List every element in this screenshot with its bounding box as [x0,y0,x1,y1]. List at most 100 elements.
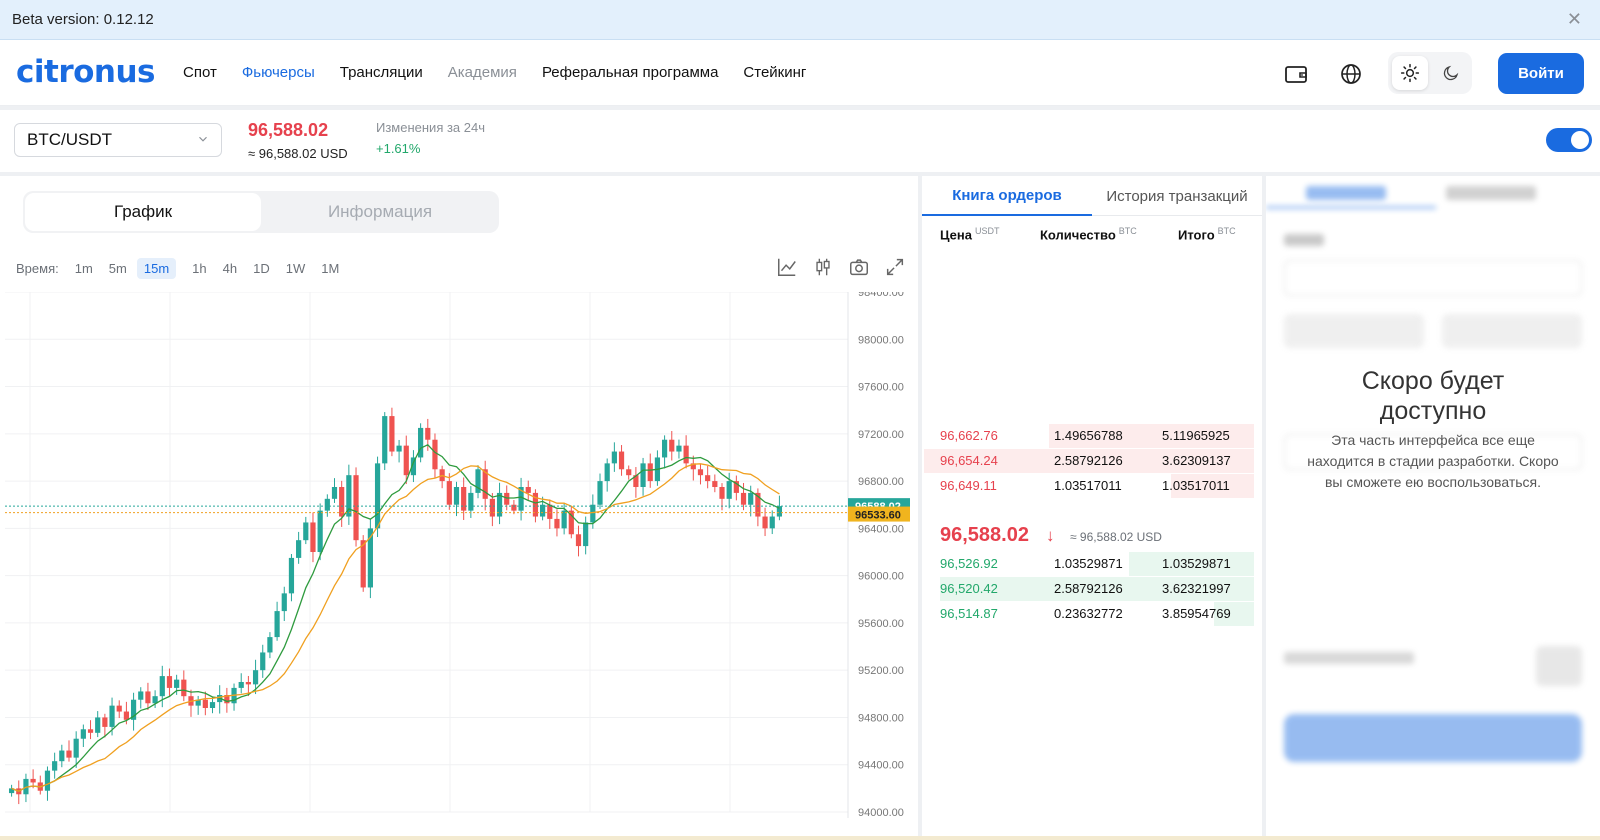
candle-body [461,487,467,511]
timeframe-1d[interactable]: 1D [253,261,270,276]
bid-row[interactable]: 96,526.92 1.03529871 1.03529871 [922,552,1262,576]
order-price: 96,654.24 [940,453,998,468]
candle-body [712,481,718,487]
bid-row[interactable]: 96,514.87 0.23632772 3.85954769 [922,602,1262,626]
candle-body [446,481,452,505]
pair-select[interactable]: BTC/USDT [14,123,222,157]
ask-row[interactable]: 96,649.11 1.03517011 1.03517011 [922,474,1262,498]
candle-body [59,750,65,762]
timeframe-5m[interactable]: 5m [109,261,127,276]
tab-info[interactable]: Информация [263,193,497,231]
candle-body [238,682,244,688]
y-tick-label: 97600.00 [858,382,904,394]
tab-orderbook[interactable]: Книга ордеров [922,176,1092,216]
y-tick-label: 95600.00 [858,618,904,630]
y-tick-label: 94400.00 [858,760,904,772]
order-price: 96,514.87 [940,606,998,621]
candle-body [647,463,653,482]
timeframe-1w[interactable]: 1W [286,261,306,276]
candle-body [267,637,273,653]
candle-body [310,522,316,552]
candle-body [274,611,280,638]
login-button[interactable]: Войти [1498,53,1584,94]
last-price: 96,588.02 [248,120,329,140]
timeframe-4h[interactable]: 4h [223,261,237,276]
candlestick-chart[interactable]: 98400.00 98000.00 97600.00 97200.00 96800.00… [0,292,918,836]
timeframe-1h[interactable]: 1h [192,261,206,276]
chart-panel: График Информация Время: 1m 5m 15m 1h 4h… [0,176,918,836]
moon-icon[interactable] [1434,56,1468,90]
candle-type-icon[interactable] [812,256,834,278]
order-total: 1.03517011 [1162,478,1230,493]
candle-body [44,770,51,791]
tab-chart[interactable]: График [25,193,261,231]
candle-body [726,481,732,499]
candle-body [748,492,754,505]
timeframe-bar: Время: 1m 5m 15m 1h 4h 1D 1W 1M [16,258,355,279]
candle-body [138,691,144,700]
timeframe-15m[interactable]: 15m [136,258,177,279]
ask-row[interactable]: 96,662.76 1.49656788 5.11965925 [922,424,1262,448]
candle-body [719,487,725,499]
close-icon[interactable]: ✕ [1567,9,1582,30]
mid-price-usd: ≈ 96,588.02 USD [1070,530,1162,544]
candle-body [575,534,582,547]
nav-referral[interactable]: Реферальная программа [542,64,718,81]
candle-body [453,487,460,505]
blurred-trade-form [1266,176,1600,836]
order-quantity: 0.23632772 [1054,606,1123,621]
candle-body [669,439,675,452]
timeframe-1m[interactable]: 1m [75,261,93,276]
mid-price: 96,588.02 [940,524,1029,546]
order-quantity: 1.03529871 [1054,556,1123,571]
nav-academy[interactable]: Академия [448,64,517,81]
candle-body [676,445,682,452]
logo[interactable]: citronus [16,54,156,90]
change-label: Изменения за 24ч [376,120,486,135]
order-total: 3.85954769 [1162,606,1231,621]
tab-trade-history[interactable]: История транзакций [1092,176,1262,216]
candle-body [547,504,553,519]
nav-futures[interactable]: Фьючерсы [242,64,315,81]
nav-streams[interactable]: Трансляции [340,64,423,81]
timeframe-1mo[interactable]: 1M [321,261,339,276]
candle-body [611,451,617,464]
candle-body [554,518,560,529]
coming-soon-text: Эта часть интерфейса все еще находится в… [1307,432,1559,490]
candle-body [303,522,309,541]
ask-row[interactable]: 96,654.24 2.58792126 3.62309137 [922,449,1262,473]
candle-body [181,679,187,697]
indicator-icon[interactable] [776,256,798,278]
camera-icon[interactable] [848,256,870,278]
order-quantity: 2.58792126 [1054,581,1123,596]
candle-body [403,445,409,476]
y-tick-label: 96400.00 [858,523,904,535]
candle-body [360,540,366,588]
order-price: 96,662.76 [940,428,998,443]
nav-staking[interactable]: Стейкинг [743,64,806,81]
candle-body [626,469,632,476]
header-total: Итого BTC [1178,226,1236,243]
candle-body [260,652,266,671]
y-tick-label: 95200.00 [858,665,904,677]
candle-body [123,711,130,720]
bid-row[interactable]: 96,520.42 2.58792126 3.62321997 [922,577,1262,601]
sun-icon[interactable] [1392,56,1428,90]
time-label: Время: [16,261,59,276]
orderbook-panel: Книга ордеров История транзакций Цена USD… [922,176,1262,836]
candle-body [374,463,381,529]
candle-body [174,679,180,688]
nav-spot[interactable]: Спот [183,64,217,81]
candle-body [66,750,72,758]
order-price: 96,649.11 [940,478,997,493]
bottom-strip [0,836,1600,840]
candle-body [511,504,517,511]
candle-body [468,492,474,511]
fullscreen-icon[interactable] [884,256,906,278]
candle-body [425,427,431,440]
wallet-icon[interactable] [1284,62,1308,86]
candle-body [159,676,165,697]
globe-icon[interactable] [1339,62,1363,86]
toggle-switch[interactable] [1546,128,1592,152]
orderbook-tabs: Книга ордеров История транзакций [922,176,1262,216]
